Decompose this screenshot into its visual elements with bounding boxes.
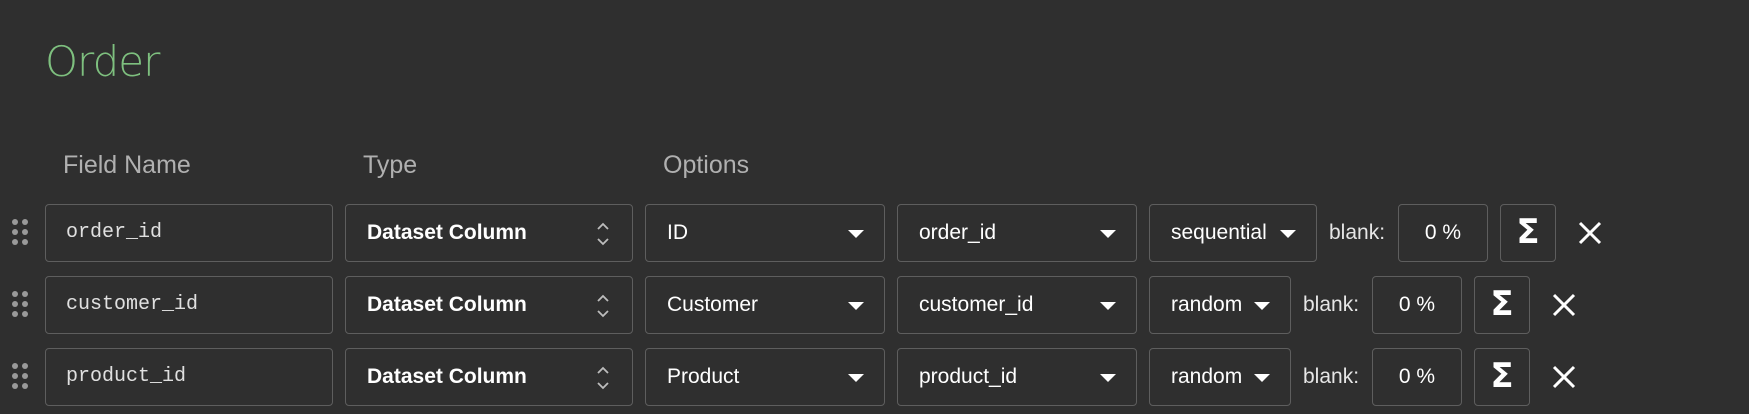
option-dataset-value: ID [667, 221, 688, 244]
sigma-button[interactable]: Σ [1474, 348, 1530, 406]
type-select[interactable]: Dataset Column [345, 276, 633, 334]
header-field-name: Field Name [63, 151, 191, 179]
option-order-value: random [1171, 365, 1243, 388]
type-select-value: Dataset Column [367, 365, 527, 388]
option-dataset-select[interactable]: Customer [645, 276, 885, 334]
option-dataset-value: Customer [667, 293, 759, 316]
option-column-select[interactable]: order_id [897, 204, 1137, 262]
option-dataset-select[interactable]: Product [645, 348, 885, 406]
option-dataset-value: Product [667, 365, 740, 388]
field-row: customer_id Dataset Column Customer cust… [0, 276, 1749, 336]
page: Order Field Name Type Options order_id D… [0, 0, 1749, 414]
caret-down-icon [1100, 302, 1116, 310]
blank-percent-input[interactable]: 0 % [1372, 348, 1462, 406]
caret-down-icon [1254, 374, 1270, 382]
type-select-value: Dataset Column [367, 221, 527, 244]
type-select[interactable]: Dataset Column [345, 348, 633, 406]
sigma-icon: Σ [1490, 356, 1514, 396]
blank-label: blank: [1329, 221, 1386, 244]
updown-arrows-icon [597, 294, 609, 318]
caret-down-icon [848, 230, 864, 238]
caret-down-icon [848, 374, 864, 382]
close-icon[interactable] [1550, 291, 1578, 319]
caret-down-icon [848, 302, 864, 310]
field-name-input[interactable]: customer_id [45, 276, 333, 334]
sigma-button[interactable]: Σ [1500, 204, 1556, 262]
blank-label: blank: [1303, 293, 1360, 316]
field-name-input[interactable]: product_id [45, 348, 333, 406]
page-title: Order [45, 37, 160, 86]
drag-handle-icon[interactable] [12, 219, 28, 249]
option-column-value: order_id [919, 221, 997, 244]
close-icon[interactable] [1576, 219, 1604, 247]
caret-down-icon [1100, 230, 1116, 238]
field-row: order_id Dataset Column ID order_id sequ… [0, 204, 1749, 264]
option-order-value: sequential [1171, 221, 1267, 244]
option-order-select[interactable]: sequential [1149, 204, 1317, 262]
updown-arrows-icon [597, 366, 609, 390]
type-select-value: Dataset Column [367, 293, 527, 316]
header-type: Type [363, 151, 418, 179]
sigma-icon: Σ [1490, 284, 1514, 324]
field-row: product_id Dataset Column Product produc… [0, 348, 1749, 408]
drag-handle-icon[interactable] [12, 363, 28, 393]
close-icon[interactable] [1550, 363, 1578, 391]
option-column-value: product_id [919, 365, 1018, 388]
caret-down-icon [1280, 230, 1296, 238]
field-name-input[interactable]: order_id [45, 204, 333, 262]
option-column-value: customer_id [919, 293, 1034, 316]
updown-arrows-icon [597, 222, 609, 246]
option-order-select[interactable]: random [1149, 348, 1291, 406]
sigma-button[interactable]: Σ [1474, 276, 1530, 334]
header-options: Options [663, 151, 750, 179]
caret-down-icon [1100, 374, 1116, 382]
option-dataset-select[interactable]: ID [645, 204, 885, 262]
option-column-select[interactable]: customer_id [897, 276, 1137, 334]
type-select[interactable]: Dataset Column [345, 204, 633, 262]
blank-percent-input[interactable]: 0 % [1398, 204, 1488, 262]
drag-handle-icon[interactable] [12, 291, 28, 321]
caret-down-icon [1254, 302, 1270, 310]
blank-percent-input[interactable]: 0 % [1372, 276, 1462, 334]
blank-label: blank: [1303, 365, 1360, 388]
sigma-icon: Σ [1516, 212, 1540, 252]
option-column-select[interactable]: product_id [897, 348, 1137, 406]
option-order-value: random [1171, 293, 1243, 316]
option-order-select[interactable]: random [1149, 276, 1291, 334]
